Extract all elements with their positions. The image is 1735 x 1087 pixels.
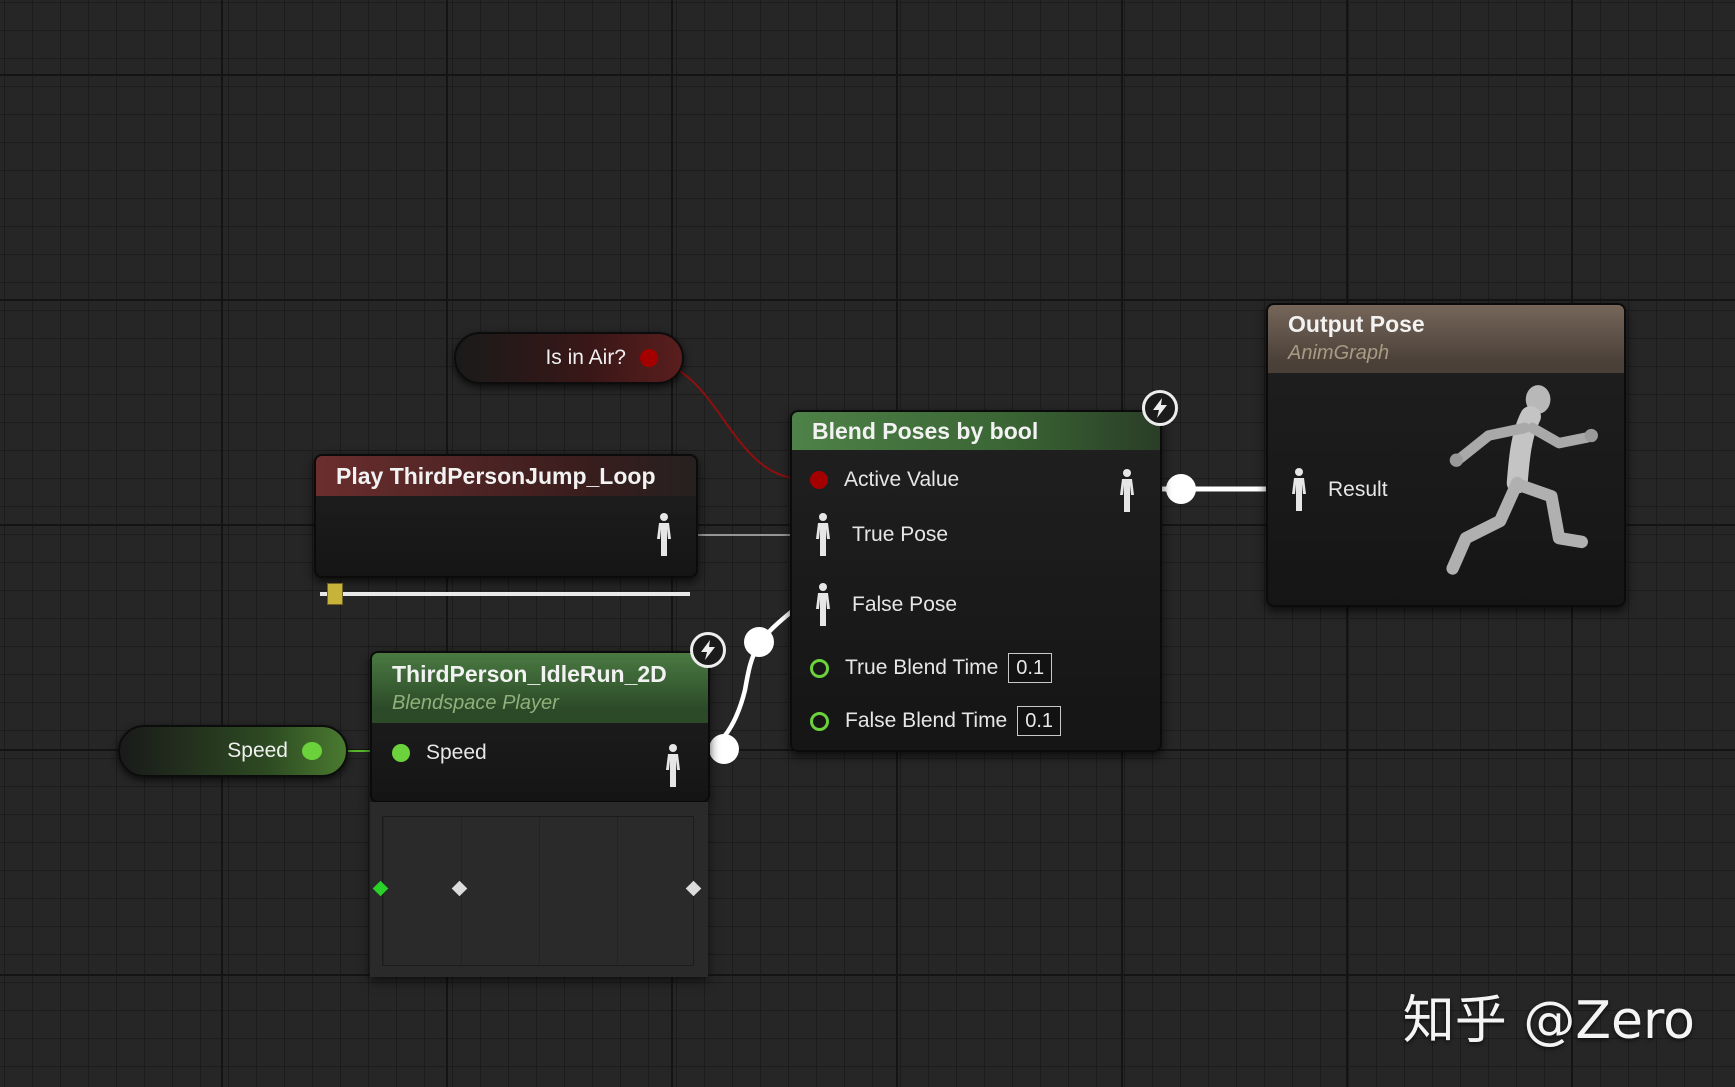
reroute-knot-3[interactable] xyxy=(1166,474,1196,504)
play-jump-header: Play ThirdPersonJump_Loop xyxy=(316,456,696,496)
false-pose-pin[interactable]: False Pose xyxy=(814,582,957,628)
pose-pin-icon[interactable] xyxy=(814,512,832,558)
output-pose-title: Output Pose xyxy=(1288,311,1425,337)
blendspace-grid xyxy=(382,816,694,966)
blendspace-title: ThirdPerson_IdleRun_2D xyxy=(392,661,667,687)
blendspace-speed-pin[interactable]: Speed xyxy=(392,741,487,765)
true-blend-time-pin[interactable]: True Blend Time 0.1 xyxy=(810,653,1053,683)
true-blend-time-label: True Blend Time xyxy=(845,656,999,679)
false-pose-label: False Pose xyxy=(852,593,958,616)
float-pin-icon[interactable] xyxy=(392,744,410,762)
blend-poses-by-bool-node[interactable]: Blend Poses by bool Active Value True Po… xyxy=(790,410,1162,752)
reroute-knot-2[interactable] xyxy=(709,734,739,764)
output-pose-node[interactable]: Output Pose AnimGraph Result xyxy=(1266,303,1626,607)
pose-pin-icon[interactable] xyxy=(1118,468,1136,514)
blend-poses-title: Blend Poses by bool xyxy=(812,417,1039,444)
blendspace-player-node[interactable]: ThirdPerson_IdleRun_2D Blendspace Player… xyxy=(370,651,710,803)
watermark: 知乎 @Zero xyxy=(1402,991,1695,1051)
running-mannequin-icon xyxy=(1446,385,1598,575)
speed-getter[interactable]: Speed xyxy=(118,725,348,777)
true-pose-label: True Pose xyxy=(852,523,949,546)
true-blend-time-input[interactable]: 0.1 xyxy=(1008,653,1053,683)
active-value-pin[interactable]: Active Value xyxy=(810,468,959,492)
active-value-label: Active Value xyxy=(844,468,960,491)
output-pose-header: Output Pose AnimGraph xyxy=(1268,305,1624,373)
jump-progress-handle[interactable] xyxy=(327,583,344,605)
is-in-air-label: Is in Air? xyxy=(545,346,626,369)
bool-pin-icon[interactable] xyxy=(640,349,658,367)
reroute-knot-1[interactable] xyxy=(744,627,774,657)
blendspace-header: ThirdPerson_IdleRun_2D Blendspace Player xyxy=(372,653,708,723)
float-pin-icon[interactable] xyxy=(810,711,829,731)
blend-poses-header: Blend Poses by bool xyxy=(792,412,1160,450)
result-pin[interactable]: Result xyxy=(1290,467,1388,513)
false-blend-time-label: False Blend Time xyxy=(845,709,1008,732)
blendspace-speed-label: Speed xyxy=(426,741,487,764)
pose-pin-icon[interactable] xyxy=(1290,467,1308,513)
pose-pin-icon[interactable] xyxy=(664,743,682,789)
bool-pin-icon[interactable] xyxy=(810,471,828,489)
play-jump-loop-node[interactable]: Play ThirdPersonJump_Loop xyxy=(314,454,698,578)
lightning-icon xyxy=(1142,390,1178,426)
output-pose-subtitle: AnimGraph xyxy=(1288,342,1390,364)
speed-getter-label: Speed xyxy=(227,739,288,762)
true-pose-pin[interactable]: True Pose xyxy=(814,512,948,558)
lightning-icon xyxy=(690,632,726,668)
blendspace-preview-panel[interactable] xyxy=(370,802,708,977)
false-blend-time-input[interactable]: 0.1 xyxy=(1017,706,1062,736)
false-blend-time-pin[interactable]: False Blend Time 0.1 xyxy=(810,706,1062,736)
pose-pin-icon[interactable] xyxy=(814,582,832,628)
play-jump-title: Play ThirdPersonJump_Loop xyxy=(336,462,656,489)
float-pin-icon[interactable] xyxy=(302,742,322,760)
blendspace-subtitle: Blendspace Player xyxy=(392,692,559,714)
is-in-air-getter[interactable]: Is in Air? xyxy=(454,332,684,384)
jump-progress-bar[interactable] xyxy=(320,583,690,605)
float-pin-icon[interactable] xyxy=(810,658,829,678)
pose-pin-icon[interactable] xyxy=(655,512,673,558)
result-label: Result xyxy=(1328,478,1388,501)
